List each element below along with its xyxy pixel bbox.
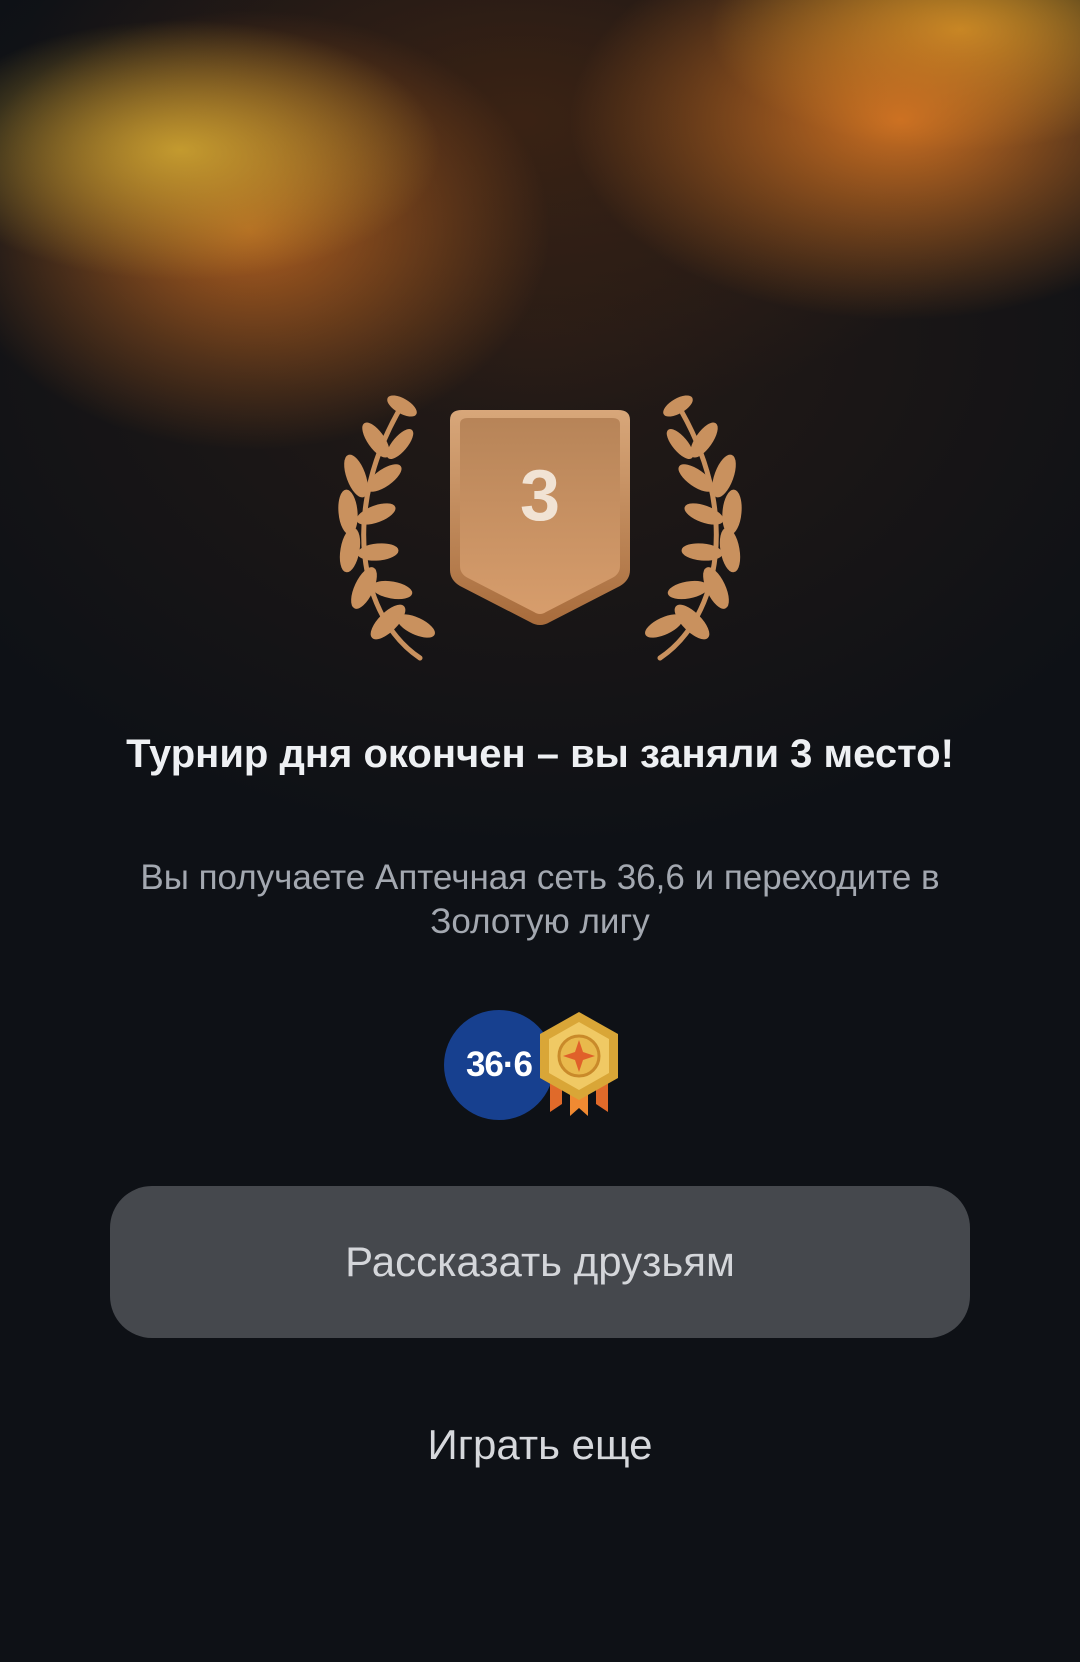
play-again-button[interactable]: Играть еще <box>340 1410 740 1480</box>
share-with-friends-button[interactable]: Рассказать друзьям <box>110 1186 970 1338</box>
rewards-row: 36·6 <box>440 1008 640 1128</box>
third-place-trophy: 3 <box>320 390 760 680</box>
left-laurel-icon <box>338 395 435 661</box>
result-subtitle: Вы получаете Аптечная сеть 36,6 и перехо… <box>140 858 940 941</box>
place-number: 3 <box>520 456 560 536</box>
gold-league-badge-icon <box>534 1008 624 1118</box>
pharmacy-logo-text: 36·6 <box>465 1045 533 1084</box>
right-laurel-icon <box>645 395 742 661</box>
result-title: Турнир дня окончен – вы заняли 3 место! <box>126 732 954 776</box>
tournament-result-screen: 3 Турнир дня окончен – вы заняли 3 место… <box>0 0 1080 1662</box>
